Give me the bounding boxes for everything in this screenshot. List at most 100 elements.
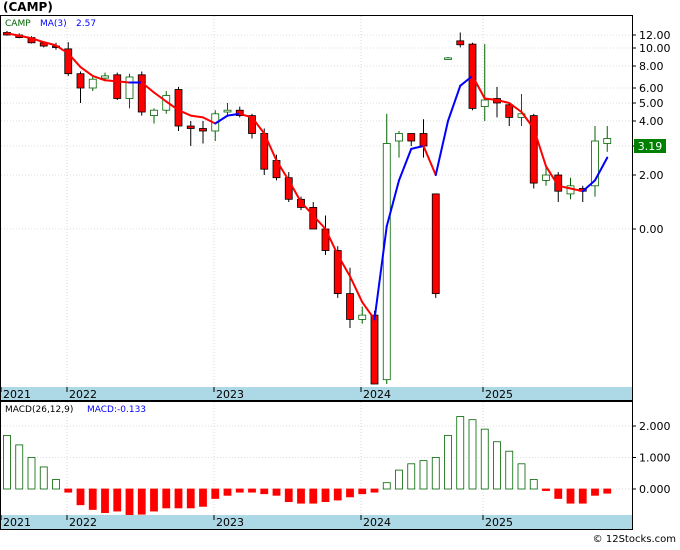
candle-body [333,250,342,294]
macd-bar [542,488,550,491]
candle-body [603,138,612,144]
macd-bar [297,488,305,504]
candle-body [358,314,367,320]
macd-bar [358,488,367,495]
candle-body [456,40,465,46]
legend-ma-value: 2.57 [76,19,96,29]
macd-bar [419,460,428,490]
macd-bar [517,463,526,490]
x-tick-label: 2025 [485,516,513,529]
candle-body [186,125,195,129]
watermark: © 12Stocks.com [593,534,676,545]
macd-bar [603,488,612,494]
macd-bar [64,488,73,493]
macd-bar [137,488,146,515]
macd-bar [248,488,256,493]
macd-bar [468,419,477,490]
macd-bar [260,488,269,495]
macd-bar [456,416,465,490]
macd-bar [480,428,489,490]
x-tick-label: 2022 [69,516,97,529]
price-y-tick-label: 2.00 [639,169,664,182]
candle-body [125,76,134,99]
macd-bar [199,488,207,507]
macd-y-axis: 2.000 1.000 0.000 [632,420,671,496]
macd-bar [52,479,60,490]
candle-body [137,74,146,113]
x-tick-label: 2024 [363,516,391,529]
last-price-label: 3.19 [638,140,663,153]
macd-legend-value: MACD:-0.133 [87,405,146,415]
candle-body [223,109,232,113]
macd-y-tick-label: 1.000 [639,452,671,465]
macd-bar [578,488,587,504]
macd-bar [346,488,354,498]
chart-title: (CAMP) [3,0,53,14]
price-y-tick-label: 6.00 [639,82,664,95]
macd-bar [554,488,563,499]
candle-body [395,133,403,142]
macd-bar [505,450,514,490]
x-tick-label: 2023 [216,388,244,401]
price-y-tick-label: 10.00 [639,42,671,55]
macd-bar [162,488,171,509]
candle [137,71,146,116]
macd-bar [174,488,183,509]
macd-bar [431,457,440,490]
x-tick-label: 2021 [3,516,31,529]
macd-bar [566,488,575,504]
macd-bar [395,469,403,490]
candle-body [431,193,440,294]
macd-y-tick-label: 2.000 [639,420,671,433]
x-tick-label: 2021 [3,388,31,401]
candle-body [542,174,550,181]
stock-chart: 12.0010.008.006.005.004.003.002.000.00 2… [0,0,676,545]
ma-segment [116,80,131,84]
candle-body [480,99,489,107]
macd-bar [88,488,97,510]
macd-bar [493,441,501,490]
price-y-tick-label: 12.00 [639,29,671,42]
macd-bar [150,488,158,512]
candle-body [101,75,109,79]
macd-bar [101,488,109,514]
macd-bar [370,488,379,493]
macd-bar [27,457,36,490]
candle [113,72,122,100]
price-y-axis: 12.0010.008.006.005.004.003.002.000.00 [632,29,671,236]
x-tick-label: 2025 [485,388,513,401]
candle [370,310,379,385]
macd-bar [3,435,11,490]
legend-symbol: CAMP [5,19,31,29]
macd-bar [309,488,318,504]
candle-body [199,128,207,132]
candle-body [370,314,379,385]
candle-body [113,74,122,99]
candle-body [382,143,391,381]
candle-body [505,104,514,118]
macd-bar [113,488,122,512]
macd-bar [321,488,330,503]
macd-bar [284,488,293,503]
macd-bar [76,488,85,506]
candle-body [419,133,428,147]
x-tick-label: 2022 [69,388,97,401]
macd-bar [444,435,452,490]
macd-bar [211,488,220,499]
candle-body [346,293,354,320]
macd-bar [125,488,134,517]
macd-bar [591,488,599,496]
x-tick-label: 2023 [216,516,244,529]
price-y-tick-label: 5.00 [639,97,664,110]
macd-bar [235,488,244,493]
macd-bar [407,463,416,490]
macd-bar [382,482,391,490]
price-y-tick-label: 8.00 [639,60,664,73]
macd-bar [39,466,48,490]
macd-bar [15,444,24,490]
x-tick-label: 2024 [363,388,391,401]
macd-bar [272,488,281,496]
price-y-tick-label: 0.00 [639,223,664,236]
candle-body [444,57,452,60]
ma-segment [104,79,119,83]
